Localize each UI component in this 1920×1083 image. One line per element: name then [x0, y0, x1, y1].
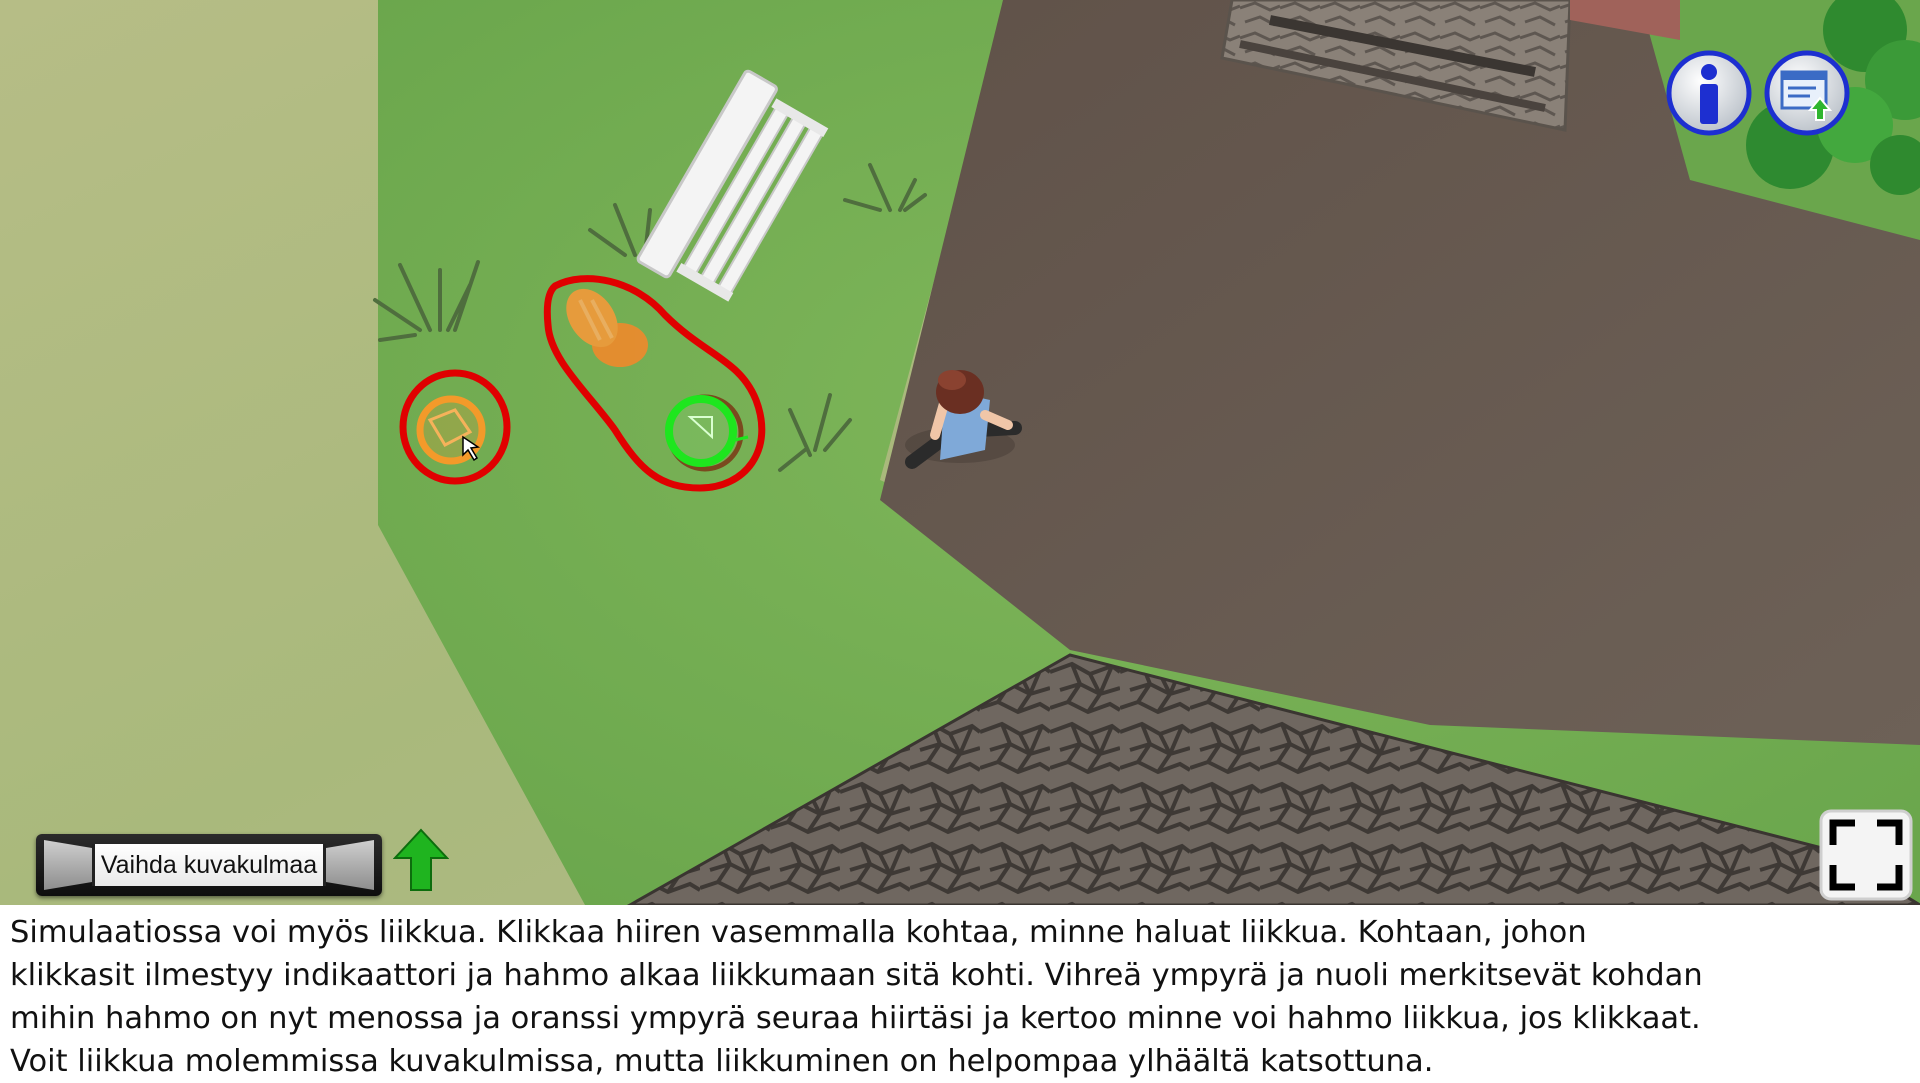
info-button[interactable] — [1666, 50, 1752, 136]
scene-canvas[interactable] — [0, 0, 1920, 905]
instruction-line: Simulaatiossa voi myös liikkua. Klikkaa … — [10, 915, 1587, 950]
instruction-line: klikkasit ilmestyy indikaattori ja hahmo… — [10, 958, 1703, 993]
camera-button-label: Vaihda kuvakulmaa — [100, 850, 318, 879]
fullscreen-icon — [1819, 809, 1913, 901]
info-icon — [1666, 50, 1752, 136]
camera-button-face: Vaihda kuvakulmaa — [92, 844, 326, 886]
instructions-panel: Simulaatiossa voi myös liikkua. Klikkaa … — [0, 905, 1920, 1080]
green-up-arrow-icon[interactable] — [393, 828, 449, 892]
orange-hover-circle-icon — [416, 395, 486, 465]
instruction-line: Voit liikkua molemmissa kuvakulmissa, mu… — [10, 1044, 1434, 1079]
fullscreen-button[interactable] — [1819, 809, 1913, 901]
upload-window-icon — [1764, 50, 1850, 136]
instruction-line: mihin hahmo on nyt menossa ja oranssi ym… — [10, 1001, 1701, 1036]
game-viewport[interactable]: Vaihda kuvakulmaa — [0, 0, 1920, 905]
switch-camera-button[interactable]: Vaihda kuvakulmaa — [36, 834, 382, 896]
upload-button[interactable] — [1764, 50, 1850, 136]
